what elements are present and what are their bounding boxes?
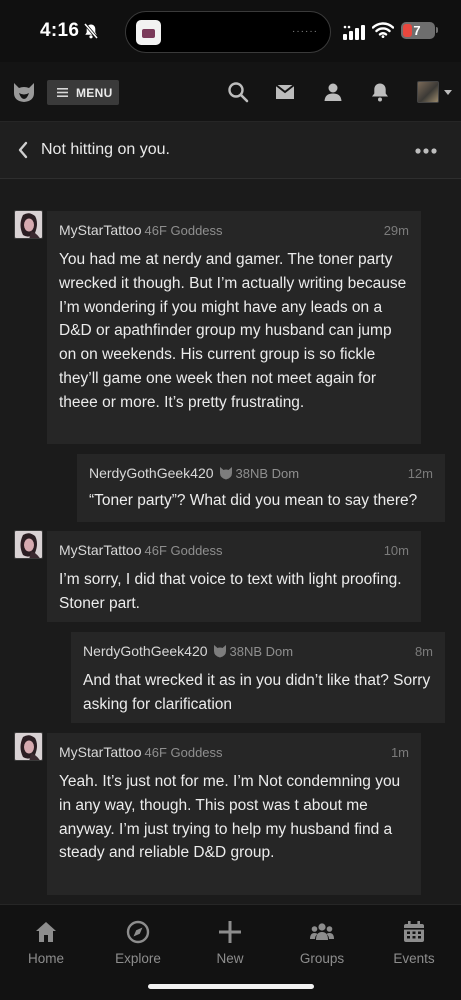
message-body: I’m sorry, I did that voice to text with…: [59, 571, 402, 612]
island-activity-dots: ······: [292, 26, 318, 37]
profile-icon[interactable]: [322, 81, 344, 103]
message-author[interactable]: NerdyGothGeek420: [89, 465, 214, 481]
compass-icon: [126, 920, 150, 944]
avatar-mystartattoo[interactable]: [14, 732, 43, 761]
battery-percent: 7: [413, 23, 421, 38]
plus-icon: [219, 921, 241, 943]
message-time: 8m: [414, 644, 433, 659]
message-header: NerdyGothGeek420 38NB Dom 8m: [83, 643, 433, 659]
shield-icon: [213, 645, 226, 658]
tab-events-label: Events: [393, 951, 435, 966]
tab-explore[interactable]: Explore: [102, 919, 174, 966]
home-icon: [36, 922, 56, 942]
message-author-meta: 46F Goddess: [144, 223, 223, 238]
status-bar: 4:16 ······ 7: [0, 0, 461, 62]
message-bubble: NerdyGothGeek420 38NB Dom 8m And that wre…: [71, 632, 445, 723]
battery-cap: [436, 27, 438, 33]
message-body: You had me at nerdy and gamer. The toner…: [59, 251, 407, 411]
message-time: 29m: [383, 223, 409, 238]
message-time: 1m: [390, 745, 409, 760]
message-header: MyStarTattoo 46F Goddess 10m: [59, 542, 409, 558]
message-header: MyStarTattoo 46F Goddess 1m: [59, 744, 409, 760]
thread-title: Not hitting on you.: [41, 141, 170, 158]
message-header: NerdyGothGeek420 38NB Dom 12m: [89, 465, 433, 481]
mail-icon[interactable]: [274, 81, 296, 103]
avatar-image-icon: [15, 733, 42, 760]
message-author-meta: 46F Goddess: [144, 745, 223, 760]
message-author-meta: 38NB Dom: [235, 466, 300, 481]
bell-off-icon: [84, 23, 98, 39]
message-bubble: MyStarTattoo 46F Goddess 1m Yeah. It’s ju…: [47, 733, 421, 895]
hamburger-icon: [57, 88, 68, 97]
message-author-meta: 46F Goddess: [144, 543, 223, 558]
avatar-image-icon: [15, 211, 42, 238]
message-body: “Toner party”? What did you mean to say …: [89, 492, 418, 509]
message-body: Yeah. It’s just not for me. I’m Not cond…: [59, 773, 401, 862]
avatar-image-icon: [15, 531, 42, 558]
back-chevron-icon[interactable]: [16, 140, 30, 160]
tab-explore-label: Explore: [115, 951, 161, 966]
search-icon[interactable]: [227, 81, 249, 103]
message-bubble: MyStarTattoo 46F Goddess 29m You had me a…: [47, 211, 421, 444]
message-author[interactable]: MyStarTattoo: [59, 222, 141, 238]
home-indicator[interactable]: [148, 984, 314, 989]
message-author[interactable]: MyStarTattoo: [59, 542, 141, 558]
wifi-icon: [372, 22, 394, 38]
notifications-bell-icon[interactable]: [369, 81, 391, 103]
menu-button[interactable]: MENU: [47, 80, 119, 105]
tab-groups-label: Groups: [299, 951, 345, 966]
message-time: 12m: [407, 466, 433, 481]
tab-home-label: Home: [27, 951, 64, 966]
chevron-down-icon[interactable]: [444, 90, 452, 95]
shield-icon: [219, 467, 232, 480]
cellular-signal-icon: [343, 25, 365, 40]
user-avatar[interactable]: [417, 81, 439, 103]
message-author-meta: 38NB Dom: [229, 644, 294, 659]
message-header: MyStarTattoo 46F Goddess 29m: [59, 222, 409, 238]
tab-new[interactable]: New: [194, 919, 266, 966]
message-author[interactable]: MyStarTattoo: [59, 744, 141, 760]
battery-icon: 7: [401, 22, 435, 39]
dynamic-island[interactable]: ······: [125, 11, 331, 53]
message-body: And that wrecked it as in you didn’t lik…: [83, 672, 431, 713]
message-bubble: MyStarTattoo 46F Goddess 10m I’m sorry, I…: [47, 531, 421, 622]
status-time: 4:16: [40, 20, 80, 41]
thread-header: Not hitting on you.: [0, 122, 461, 179]
avatar-mystartattoo[interactable]: [14, 530, 43, 559]
avatar-mystartattoo[interactable]: [14, 210, 43, 239]
tab-new-label: New: [216, 951, 244, 966]
tab-home[interactable]: Home: [10, 919, 82, 966]
menu-label: MENU: [76, 85, 113, 100]
tab-groups[interactable]: Groups: [286, 919, 358, 966]
live-activity-thumbnail: [136, 20, 161, 45]
message-time: 10m: [383, 543, 409, 558]
fetlife-logo-icon[interactable]: [12, 80, 36, 104]
message-bubble: NerdyGothGeek420 38NB Dom 12m “Toner part…: [77, 454, 445, 522]
top-nav: MENU: [0, 62, 461, 122]
more-options-icon[interactable]: [414, 147, 438, 155]
message-author[interactable]: NerdyGothGeek420: [83, 643, 208, 659]
calendar-icon: [404, 921, 424, 942]
groups-icon: [310, 923, 334, 940]
tab-events[interactable]: Events: [378, 919, 450, 966]
